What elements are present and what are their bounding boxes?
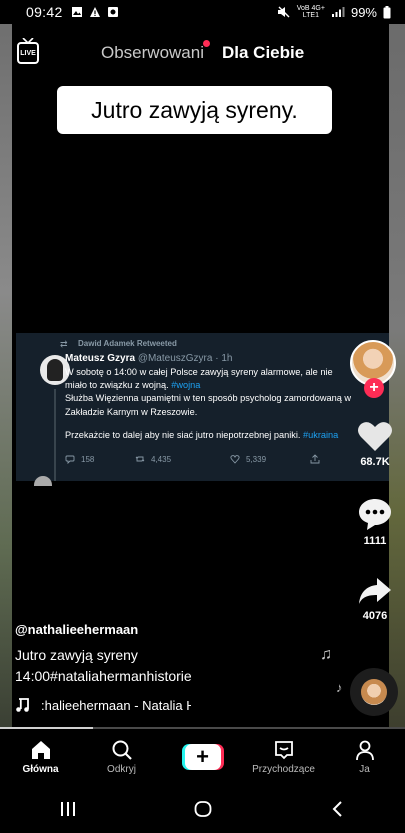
like-count: 68.7K bbox=[360, 456, 390, 468]
like-count: 5,339 bbox=[246, 454, 267, 464]
next-tweet-avatar bbox=[34, 476, 52, 486]
bottom-navigation: Główna Odkryj + Przychodzące Ja bbox=[0, 729, 405, 785]
music-disc[interactable] bbox=[350, 668, 398, 716]
tab-following[interactable]: Obserwowani bbox=[101, 43, 204, 63]
hashtag-wojna: #wojna bbox=[171, 380, 201, 391]
author-username[interactable]: @nathalieehermaan bbox=[15, 622, 138, 637]
description-hashtags[interactable]: 14:00#nataliahermanhistorie bbox=[15, 668, 192, 684]
comment-icon bbox=[359, 499, 391, 530]
embedded-tweet: ⇄ Dawid Adamek Retweeted Mateusz Gzyra @… bbox=[16, 333, 389, 486]
retweeted-by: Dawid Adamek Retweeted bbox=[78, 339, 177, 348]
nav-discover[interactable]: Odkryj bbox=[81, 729, 162, 785]
top-navigation: LIVE Obserwowani Dla Ciebie bbox=[0, 38, 405, 68]
live-button[interactable]: LIVE bbox=[17, 42, 39, 64]
heart-icon bbox=[358, 422, 392, 451]
home-circle-icon[interactable] bbox=[193, 799, 213, 819]
music-title: :halieehermaan - Natalia H bbox=[41, 697, 191, 713]
nav-home[interactable]: Główna bbox=[0, 729, 81, 785]
tweet-body: W sobotę o 14:00 w całej Polsce zawyją s… bbox=[65, 366, 355, 442]
retweet-count: 4,435 bbox=[151, 454, 172, 464]
share-button[interactable]: 4076 bbox=[350, 576, 400, 622]
plus-icon: + bbox=[184, 744, 221, 770]
status-time: 09:42 bbox=[26, 4, 63, 20]
network-label-bottom: LTE1 bbox=[302, 12, 319, 19]
like-icon bbox=[230, 455, 240, 464]
caption-text: Jutro zawyją syreny. bbox=[91, 96, 298, 123]
tweet-line: W sobotę o 14:00 w całej Polsce zawyją s… bbox=[65, 367, 333, 377]
network-label-top: VoB 4G+ bbox=[296, 5, 325, 12]
warning-icon bbox=[89, 7, 100, 17]
nav-discover-label: Odkryj bbox=[107, 764, 136, 775]
image-notification-icon bbox=[71, 7, 82, 17]
recent-apps-icon[interactable] bbox=[58, 799, 78, 819]
tweet-author-handle: @MateuszGzyra · 1h bbox=[137, 353, 233, 364]
antenna-icon bbox=[22, 38, 34, 44]
signal-icon bbox=[331, 7, 345, 17]
create-button[interactable]: + bbox=[181, 744, 224, 770]
tiktok-screen: 09:42 VoB 4G+ LTE1 99% LIVE Obserwowani … bbox=[0, 0, 405, 833]
mute-icon bbox=[277, 6, 290, 18]
share-arrow-icon bbox=[359, 578, 391, 604]
tweet-author: Mateusz Gzyra @MateuszGzyra · 1h bbox=[65, 353, 232, 364]
app-notification-icon bbox=[107, 7, 118, 17]
share-count: 4076 bbox=[362, 610, 388, 622]
like-button[interactable]: 68.7K bbox=[350, 420, 400, 468]
retweet-icon: ⇄ bbox=[60, 339, 68, 349]
nav-profile[interactable]: Ja bbox=[324, 729, 405, 785]
status-bar: 09:42 VoB 4G+ LTE1 99% bbox=[0, 0, 405, 24]
reply-icon bbox=[65, 455, 75, 464]
system-navigation bbox=[0, 785, 405, 833]
battery-icon bbox=[383, 5, 391, 18]
tweet-actions: 158 4,435 5,339 bbox=[65, 454, 345, 464]
music-note-icon bbox=[16, 698, 29, 712]
music-info[interactable]: :halieehermaan - Natalia H bbox=[15, 697, 191, 713]
search-icon bbox=[112, 740, 132, 760]
retweet-icon bbox=[135, 456, 145, 462]
profile-icon bbox=[355, 740, 374, 761]
battery-percent: 99% bbox=[350, 4, 377, 20]
follow-button[interactable]: + bbox=[364, 378, 384, 398]
video-background-left bbox=[0, 0, 12, 730]
tweet-author-name: Mateusz Gzyra bbox=[65, 353, 136, 364]
thread-line bbox=[54, 389, 56, 481]
tweet-line: Służba Więzienna upamiętni w ten sposób … bbox=[65, 393, 351, 404]
description-line: Jutro zawyją syreny bbox=[15, 647, 138, 663]
music-disc-avatar bbox=[361, 679, 387, 705]
nav-create[interactable]: + bbox=[162, 729, 243, 785]
tab-for-you[interactable]: Dla Ciebie bbox=[222, 43, 304, 63]
floating-note-icon: ♪ bbox=[336, 680, 343, 695]
back-icon[interactable] bbox=[328, 799, 348, 819]
nav-inbox[interactable]: Przychodzące bbox=[243, 729, 324, 785]
floating-note-icon: ♫ bbox=[320, 646, 332, 663]
comment-count: 1111 bbox=[363, 535, 387, 547]
nav-home-label: Główna bbox=[22, 764, 59, 775]
video-caption-overlay: Jutro zawyją syreny. bbox=[57, 86, 332, 134]
tweet-line: miało to związku z wojną. bbox=[65, 380, 172, 391]
hashtag-ukraina: #ukraina bbox=[303, 429, 339, 440]
tweet-line: Przekażcie to dalej aby nie siać jutro n… bbox=[65, 429, 303, 440]
nav-profile-label: Ja bbox=[359, 764, 370, 775]
comment-button[interactable]: 1111 bbox=[350, 497, 400, 547]
reply-count: 158 bbox=[81, 454, 95, 464]
nav-inbox-label: Przychodzące bbox=[252, 764, 315, 775]
inbox-icon bbox=[274, 741, 293, 760]
live-label: LIVE bbox=[20, 49, 36, 57]
home-icon bbox=[31, 741, 50, 759]
share-icon bbox=[310, 454, 320, 464]
new-content-badge bbox=[203, 40, 210, 47]
tweet-line: Zakładzie Karnym w Rzeszowie. bbox=[65, 406, 198, 417]
